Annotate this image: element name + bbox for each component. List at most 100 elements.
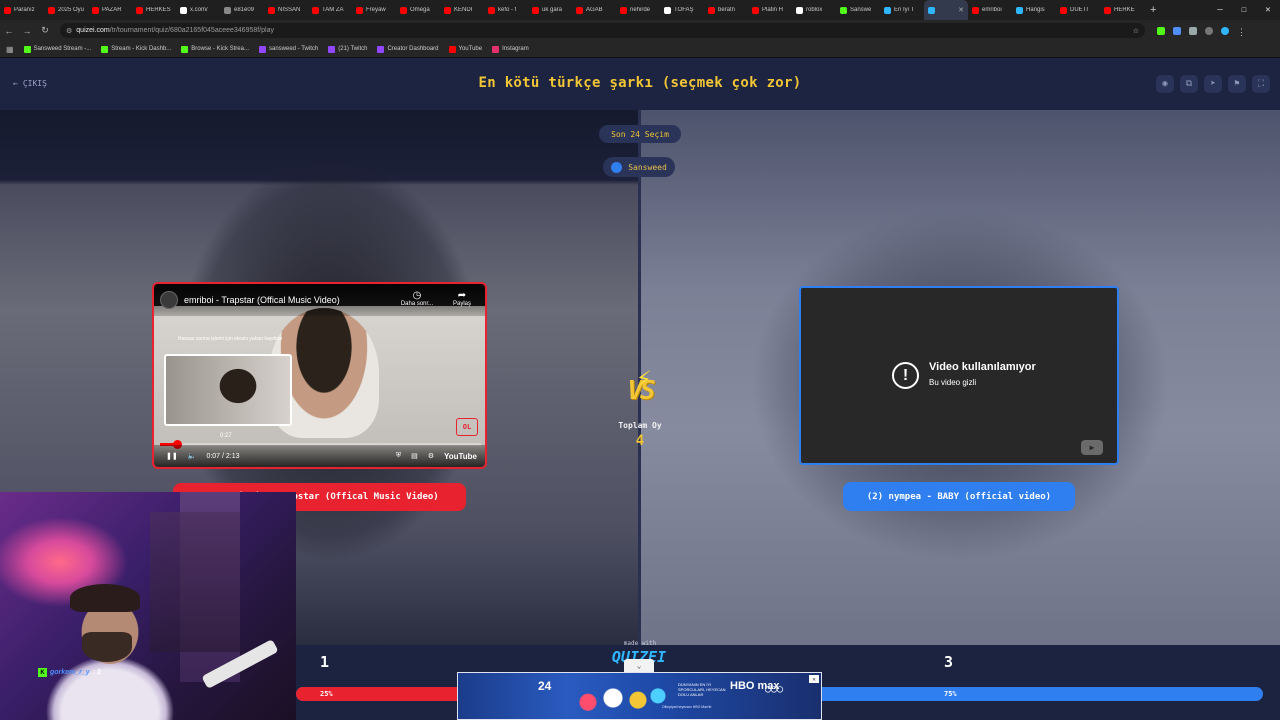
tab-label: AGAB: [586, 7, 603, 13]
reload-icon[interactable]: ↻: [36, 25, 54, 36]
browser-tab[interactable]: emriboi: [968, 0, 1012, 20]
bookmark-item[interactable]: Browse - Kick Strea...: [181, 45, 249, 53]
new-tab-icon[interactable]: +: [1144, 4, 1162, 16]
browser-tab[interactable]: Sanswe: [836, 0, 880, 20]
kick-icon: K: [38, 668, 47, 677]
pause-icon[interactable]: ❚❚: [166, 452, 178, 460]
apps-grid-icon[interactable]: ▦: [6, 45, 14, 54]
ad-close-icon[interactable]: ✕: [809, 675, 819, 683]
browser-tab[interactable]: roblox: [792, 0, 836, 20]
browser-tab[interactable]: En İyi T: [880, 0, 924, 20]
channel-avatar[interactable]: [160, 291, 178, 309]
browser-tab[interactable]: beratn: [704, 0, 748, 20]
url-path: /tr/tournament/quiz/680a2165f045aceee346…: [109, 27, 274, 34]
browser-tab[interactable]: HERKES: [132, 0, 176, 20]
watch-later-button[interactable]: ◷ Daha sonr...: [397, 290, 437, 307]
browser-tab[interactable]: NISSAN: [264, 0, 308, 20]
flag-icon[interactable]: ⚑: [1228, 75, 1246, 93]
youtube-logo[interactable]: YouTube: [444, 452, 477, 461]
browser-tab[interactable]: kefo - f: [484, 0, 528, 20]
bookmark-item[interactable]: Sansweed Stream -...: [23, 45, 91, 53]
browser-tab[interactable]: ✕: [924, 0, 968, 20]
video-title[interactable]: emriboi - Trapstar (Offical Music Video): [184, 295, 340, 305]
total-votes-label: Toplam Oy: [618, 421, 662, 430]
tab-favicon-icon: [488, 6, 495, 14]
ad-collapse-button[interactable]: ⌄: [624, 659, 654, 672]
tab-label: Paranız: [14, 7, 35, 13]
captions-icon[interactable]: ▤: [411, 452, 418, 460]
profile-avatar[interactable]: [1221, 26, 1229, 35]
browser-tab[interactable]: TOFAŞ: [660, 0, 704, 20]
extension-icon[interactable]: [1157, 26, 1165, 35]
back-icon[interactable]: ←: [0, 26, 18, 36]
tab-label: 2025 Oyu: [58, 7, 84, 13]
forward-icon[interactable]: →: [18, 26, 36, 36]
extensions-puzzle-icon[interactable]: [1189, 26, 1197, 35]
watch-later-label: Daha sonr...: [400, 301, 434, 307]
settings-gear-icon[interactable]: ⚙: [428, 452, 434, 460]
bookmark-item[interactable]: Creator Dashboard: [377, 45, 439, 53]
bookmark-item[interactable]: Instagram: [492, 45, 529, 53]
browser-tab[interactable]: 2025 Oyu: [44, 0, 88, 20]
site-info-icon[interactable]: ⚙: [66, 27, 72, 35]
tab-label: En İyi T: [894, 7, 915, 13]
bookmark-item[interactable]: sansweed - Twitch: [258, 45, 318, 53]
left-video-player[interactable]: emriboi - Trapstar (Offical Music Video)…: [152, 282, 487, 469]
sidebar-icon[interactable]: [1205, 26, 1213, 35]
browser-tab[interactable]: e81e09: [220, 0, 264, 20]
browser-tab[interactable]: nehirde: [616, 0, 660, 20]
browser-tab[interactable]: uk gara: [528, 0, 572, 20]
fullscreen-icon[interactable]: ⛶: [1252, 75, 1270, 93]
tab-label: KENDİ: [454, 7, 473, 13]
shield-icon[interactable]: ⛨: [396, 452, 401, 460]
tab-label: kefo - f: [498, 7, 517, 13]
right-choice-button[interactable]: (2) nympea - BABY (official video): [843, 482, 1075, 511]
ad-banner[interactable]: 24 DÜNYANIN EN İYİ SPORCULARI, HEYECAN D…: [457, 672, 822, 720]
address-bar[interactable]: ⚙ quizei.com/tr/tournament/quiz/680a2165…: [60, 23, 1145, 38]
browser-tab[interactable]: TAM ZA: [308, 0, 352, 20]
browser-tab[interactable]: Paranız: [0, 0, 44, 20]
browser-tab[interactable]: HERKE: [1100, 0, 1144, 20]
bookmark-item[interactable]: (21) Twitch: [328, 45, 367, 53]
seek-hint: Hassas sarma işlemi için ekranı yukarı k…: [177, 336, 283, 342]
browser-tab[interactable]: x.com/: [176, 0, 220, 20]
channel-watermark[interactable]: OL: [456, 418, 478, 436]
alert-icon: !: [892, 362, 919, 389]
browser-tab[interactable]: AGAB: [572, 0, 616, 20]
browser-tab[interactable]: Platin H: [748, 0, 792, 20]
bookmark-star-icon[interactable]: ☆: [1133, 27, 1139, 35]
tab-favicon-icon: [796, 6, 803, 14]
seek-preview-time: 0:27: [220, 433, 232, 439]
close-icon[interactable]: ✕: [1256, 5, 1280, 15]
extension-icon[interactable]: [1173, 26, 1181, 35]
maximize-icon[interactable]: ☐: [1232, 5, 1256, 15]
browser-tab[interactable]: PAZAR: [88, 0, 132, 20]
send-icon[interactable]: ➤: [1204, 75, 1222, 93]
chat-count: : 2: [92, 669, 101, 676]
browser-toolbar: ← → ↻ ⚙ quizei.com/tr/tournament/quiz/68…: [0, 20, 1280, 41]
menu-kebab-icon[interactable]: ⋮: [1237, 27, 1246, 37]
minimize-icon[interactable]: —: [1208, 5, 1232, 15]
tab-favicon-icon: [620, 6, 627, 14]
share-button[interactable]: ➦ Paylaş: [445, 290, 479, 307]
browser-tab[interactable]: Omega: [396, 0, 440, 20]
last-choices-badge: Son 24 Seçim: [599, 125, 681, 143]
youtube-play-icon[interactable]: ▶: [1081, 440, 1103, 455]
tab-close-icon[interactable]: ✕: [958, 6, 964, 14]
copy-link-icon[interactable]: ⧉: [1180, 75, 1198, 93]
browser-tab[interactable]: DÜETİ: [1056, 0, 1100, 20]
bookmark-label: Instagram: [502, 46, 529, 52]
share-arrow-icon: ➦: [457, 290, 467, 301]
eye-icon[interactable]: ◉: [1156, 75, 1174, 93]
browser-tab[interactable]: Freyaw: [352, 0, 396, 20]
tab-favicon-icon: [268, 6, 275, 14]
streamer-beard: [82, 632, 132, 662]
browser-tab[interactable]: KENDİ: [440, 0, 484, 20]
bookmark-item[interactable]: Stream - Kick Dashb...: [101, 45, 171, 53]
browser-tab[interactable]: Hangis: [1012, 0, 1056, 20]
right-video-player[interactable]: ! Video kullanılamıyor Bu video gizli ▶: [799, 286, 1119, 465]
volume-icon[interactable]: 🔈: [188, 452, 197, 460]
tab-favicon-icon: [136, 6, 143, 14]
bookmark-item[interactable]: YouTube: [448, 45, 482, 53]
share-label: Paylaş: [452, 301, 471, 307]
